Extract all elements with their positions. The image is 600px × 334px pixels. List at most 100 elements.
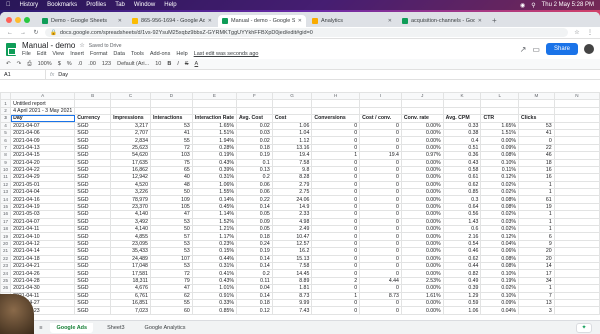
browser-tab[interactable]: Analytics ✕: [308, 15, 396, 27]
column-header[interactable]: E: [191, 92, 237, 101]
grid-cell[interactable]: 103: [149, 151, 193, 160]
activity-icon[interactable]: ↗: [520, 45, 527, 54]
grid-cell[interactable]: 0.45%: [191, 202, 237, 212]
grid-cell[interactable]: 1.06: [442, 306, 482, 315]
grid-cell[interactable]: 0.00%: [400, 202, 444, 212]
row-number[interactable]: 20: [0, 239, 12, 249]
grid-cell[interactable]: 53: [149, 261, 193, 271]
grid-cell[interactable]: 12.57: [271, 239, 313, 249]
grid-cell[interactable]: 0.04%: [480, 306, 520, 315]
grid-cell[interactable]: Conversions: [311, 114, 361, 123]
grid-cell[interactable]: 0.02%: [480, 225, 520, 234]
grid-cell[interactable]: 24,489: [110, 254, 151, 264]
grid-cell[interactable]: SGD: [74, 151, 112, 160]
grid-cell[interactable]: [235, 106, 273, 116]
grid-cell[interactable]: 0.06: [235, 188, 273, 197]
grid-cell[interactable]: 16,862: [110, 165, 151, 175]
grid-cell[interactable]: 0.4: [442, 136, 482, 145]
grid-cell[interactable]: 2,707: [110, 128, 151, 138]
grid-cell[interactable]: [311, 106, 361, 116]
grid-cell[interactable]: [311, 99, 361, 108]
row-number[interactable]: 11: [0, 173, 12, 182]
grid-cell[interactable]: Avg. Cost: [235, 114, 273, 123]
grid-cell[interactable]: [553, 114, 600, 123]
grid-cell[interactable]: 0.56: [442, 210, 482, 219]
grid-cell[interactable]: 107: [149, 254, 193, 264]
grid-cell[interactable]: CTR: [480, 114, 520, 123]
grid-cell[interactable]: 0: [359, 254, 402, 264]
grid-cell[interactable]: 0.00%: [480, 136, 520, 145]
grid-cell[interactable]: 2021-04-06: [10, 128, 76, 138]
grid-cell[interactable]: 0.64: [442, 202, 482, 212]
grid-cell[interactable]: 2021-04-26: [10, 269, 76, 278]
grid-cell[interactable]: 0.00%: [400, 306, 444, 315]
menu-history[interactable]: History: [20, 2, 39, 8]
grid-cell[interactable]: 105: [149, 202, 193, 212]
column-header[interactable]: D: [149, 92, 193, 101]
clock[interactable]: Thu 2 May 5:28 PM: [542, 2, 594, 8]
grid-cell[interactable]: [553, 254, 600, 264]
grid-cell[interactable]: 41: [518, 128, 555, 138]
close-tab-icon[interactable]: ✕: [208, 18, 212, 24]
back-icon[interactable]: ←: [6, 30, 14, 36]
grid-cell[interactable]: 0.08%: [480, 261, 520, 271]
grid-cell[interactable]: 0.00%: [400, 210, 444, 219]
grid-cell[interactable]: [191, 99, 237, 108]
grid-cell[interactable]: 0.12%: [480, 173, 520, 182]
grid-cell[interactable]: 1.01%: [191, 284, 237, 293]
grid-cell[interactable]: 1.94%: [191, 136, 237, 145]
grid-cell[interactable]: 0: [311, 202, 361, 212]
grid-cell[interactable]: 0.02: [235, 136, 273, 145]
row-number[interactable]: 21: [0, 247, 12, 256]
grid-cell[interactable]: 17,581: [110, 269, 151, 278]
grid-cell[interactable]: 1.43: [442, 217, 482, 227]
grid-cell[interactable]: [553, 143, 600, 153]
grid-cell[interactable]: 0.36: [442, 151, 482, 160]
forward-icon[interactable]: →: [19, 30, 27, 36]
grid-cell[interactable]: 2,834: [110, 136, 151, 145]
grid-cell[interactable]: 1.04: [271, 128, 313, 138]
grid-cell[interactable]: [553, 136, 600, 145]
grid-cell[interactable]: 0.00%: [400, 247, 444, 256]
browser-tab[interactable]: 865-956-1694 - Google Ads ✕: [128, 15, 216, 27]
column-header[interactable]: G: [271, 92, 313, 101]
grid-cell[interactable]: 3,226: [110, 188, 151, 197]
row-number[interactable]: 4: [0, 121, 12, 130]
grid-cell[interactable]: 0: [359, 239, 402, 249]
grid-cell[interactable]: 1.51%: [480, 128, 520, 138]
menu-edit[interactable]: Edit: [37, 51, 46, 57]
grid-cell[interactable]: SGD: [74, 165, 112, 175]
row-number[interactable]: 2: [0, 106, 12, 116]
column-header[interactable]: B: [74, 92, 112, 101]
grid-cell[interactable]: 0.09: [235, 217, 273, 227]
grid-cell[interactable]: 1.06%: [191, 180, 237, 190]
grid-cell[interactable]: [271, 99, 313, 108]
grid-cell[interactable]: 0: [311, 217, 361, 227]
grid-cell[interactable]: SGD: [74, 143, 112, 153]
grid-cell[interactable]: 0.82: [442, 269, 482, 278]
grid-cell[interactable]: 50: [149, 188, 193, 197]
grid-cell[interactable]: 19.4: [271, 151, 313, 160]
grid-cell[interactable]: [480, 106, 520, 116]
column-header[interactable]: C: [110, 92, 151, 101]
grid-cell[interactable]: 2021-04-14: [10, 247, 76, 256]
grid-cell[interactable]: 0.58: [442, 165, 482, 175]
grid-cell[interactable]: 18,311: [110, 276, 151, 286]
grid-cell[interactable]: 14.9: [271, 202, 313, 212]
grid-cell[interactable]: 48: [149, 180, 193, 190]
grid-cell[interactable]: SGD: [74, 195, 112, 204]
select-all-corner[interactable]: [0, 92, 12, 101]
increase-decimal-button[interactable]: .00: [88, 61, 96, 67]
browser-tab[interactable]: Demo - Google Sheets ✕: [38, 15, 126, 27]
grid-cell[interactable]: 0.14%: [191, 195, 237, 204]
grid-cell[interactable]: 0: [311, 306, 361, 315]
grid-cell[interactable]: [553, 173, 600, 182]
grid-cell[interactable]: SGD: [74, 269, 112, 278]
grid-cell[interactable]: 0.44%: [191, 254, 237, 264]
grid-cell[interactable]: 1.52%: [191, 217, 237, 227]
grid-cell[interactable]: 0.14: [235, 254, 273, 264]
avatar[interactable]: [584, 44, 594, 54]
grid-cell[interactable]: 2021-04-04: [10, 188, 76, 197]
grid-cell[interactable]: 53: [149, 217, 193, 227]
grid-cell[interactable]: SGD: [74, 276, 112, 286]
